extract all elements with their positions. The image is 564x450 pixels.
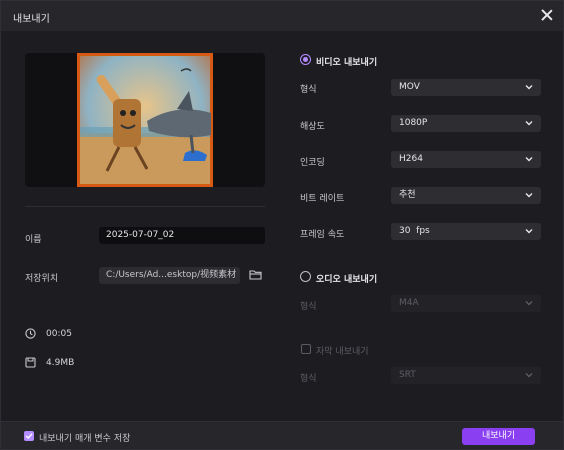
framerate-value: 30 fps [399, 226, 430, 236]
framerate-select[interactable]: 30 fps [391, 223, 541, 240]
title-bar: 내보내기 [1, 1, 563, 31]
bitrate-value: 추천 [399, 190, 416, 200]
bitrate-label: 비트 레이트 [300, 194, 345, 204]
chevron-down-icon [525, 373, 533, 378]
close-icon[interactable] [539, 7, 555, 23]
export-dialog: 내보내기 이름 2025-07-07_02 저장위치 C:/Users/Ad..… [0, 0, 564, 450]
resolution-label: 해상도 [300, 122, 325, 132]
subtitle-export-checkbox[interactable] [301, 344, 311, 354]
chevron-down-icon [525, 229, 533, 234]
chevron-down-icon [525, 121, 533, 126]
save-disk-icon [25, 357, 36, 368]
dialog-title: 내보내기 [13, 14, 50, 25]
encoding-label: 인코딩 [300, 158, 325, 168]
clock-icon [25, 328, 36, 339]
video-export-label: 비디오 내보내기 [316, 58, 378, 68]
chevron-down-icon [525, 85, 533, 90]
audio-export-label: 오디오 내보내기 [316, 275, 378, 285]
checkmark-icon [25, 433, 33, 439]
resolution-select[interactable]: 1080P [391, 115, 541, 132]
save-params-checkbox[interactable] [24, 431, 34, 441]
folder-icon[interactable] [249, 269, 262, 280]
thumbnail-image [77, 53, 213, 187]
name-label: 이름 [25, 235, 42, 245]
format-value: MOV [399, 82, 420, 92]
subtitle-format-select[interactable]: SRT [391, 367, 541, 384]
subtitle-export-label: 자막 내보내기 [316, 347, 369, 357]
save-path-field[interactable]: C:/Users/Ad...esktop/视频素材 [99, 267, 240, 284]
format-label: 형식 [300, 85, 317, 95]
encoding-value: H264 [399, 154, 423, 164]
save-params-label: 내보내기 매개 변수 저장 [39, 434, 131, 444]
audio-export-radio[interactable] [300, 271, 311, 282]
framerate-label: 프레임 속도 [300, 230, 345, 240]
audio-format-select[interactable]: M4A [391, 295, 541, 312]
video-preview [25, 53, 265, 187]
video-export-radio[interactable] [300, 54, 311, 65]
chevron-down-icon [525, 157, 533, 162]
name-input[interactable]: 2025-07-07_02 [99, 227, 265, 244]
chevron-down-icon [525, 301, 533, 306]
duration-value: 00:05 [46, 329, 72, 339]
audio-format-label: 형식 [300, 302, 317, 312]
bitrate-select[interactable]: 추천 [391, 187, 541, 204]
chevron-down-icon [525, 193, 533, 198]
audio-format-value: M4A [399, 298, 419, 308]
dialog-footer: 내보내기 매개 변수 저장 내보내기 [1, 421, 563, 449]
encoding-select[interactable]: H264 [391, 151, 541, 168]
save-location-label: 저장위치 [25, 274, 59, 284]
file-size-value: 4.9MB [46, 358, 75, 368]
subtitle-format-label: 형식 [300, 374, 317, 384]
divider [25, 206, 265, 207]
resolution-value: 1080P [399, 118, 428, 128]
subtitle-format-value: SRT [399, 370, 416, 380]
format-select[interactable]: MOV [391, 79, 541, 96]
export-button[interactable]: 내보내기 [462, 428, 535, 445]
